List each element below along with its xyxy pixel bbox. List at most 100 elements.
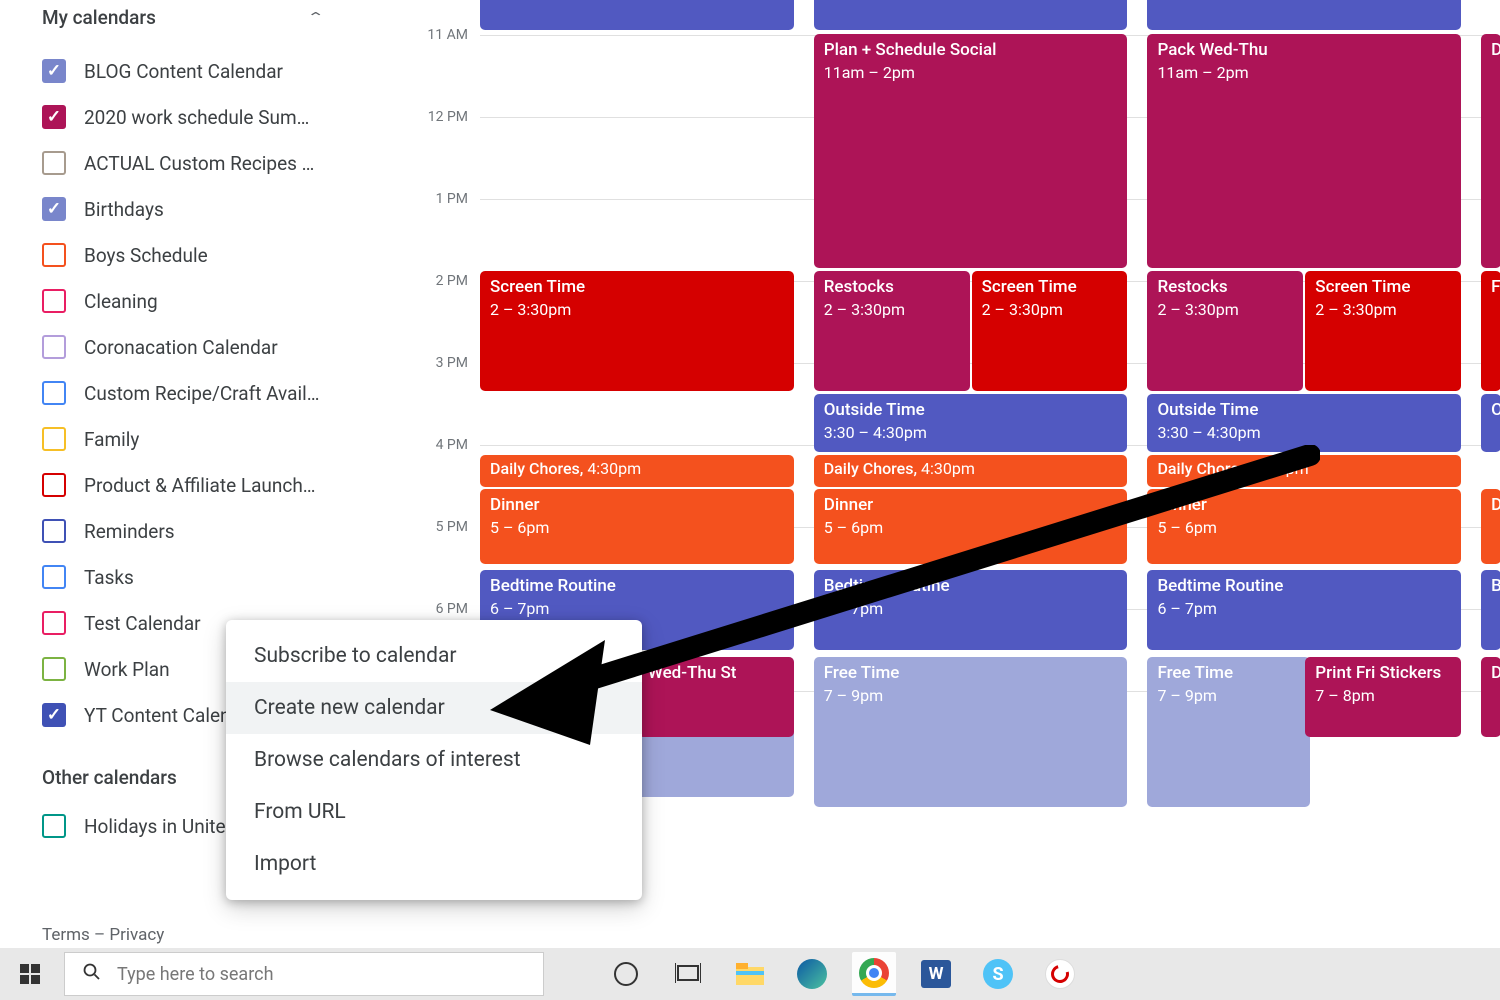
calendar-checkbox[interactable]: ✓ xyxy=(42,197,66,221)
task-view-icon[interactable] xyxy=(666,952,710,996)
calendar-event[interactable]: Daily Chores, 4:30pm xyxy=(814,455,1128,487)
edge-icon[interactable] xyxy=(790,952,834,996)
calendar-checkbox[interactable] xyxy=(42,519,66,543)
calendar-event[interactable]: Restocks2 – 3:30pm xyxy=(814,271,970,391)
word-icon[interactable]: W xyxy=(914,952,958,996)
menu-item[interactable]: Subscribe to calendar xyxy=(226,630,642,682)
calendar-event[interactable]: Wed-Thu St xyxy=(638,657,794,737)
calendar-event[interactable]: 10 – 11am xyxy=(1147,0,1461,30)
calendar-checkbox[interactable] xyxy=(42,289,66,313)
event-time: 7 – 9pm xyxy=(1157,685,1299,707)
calendar-item[interactable]: ✓2020 work schedule Sum… xyxy=(42,94,325,140)
calendar-event[interactable]: Bedtime Routine6 – 7pm xyxy=(814,570,1128,650)
event-time: 5 – 6pm xyxy=(1157,517,1451,539)
calendar-checkbox[interactable] xyxy=(42,243,66,267)
calendar-checkbox[interactable] xyxy=(42,657,66,681)
windows-icon xyxy=(20,964,40,984)
calendar-event[interactable]: D xyxy=(1481,489,1500,564)
calendar-event[interactable]: Plan + Schedule Social11am – 2pm xyxy=(814,34,1128,268)
calendar-event[interactable]: Free Time7 – 9pm xyxy=(814,657,1128,807)
calendar-checkbox[interactable]: ✓ xyxy=(42,59,66,83)
calendar-item[interactable]: Custom Recipe/Craft Avail… xyxy=(42,370,325,416)
calendar-event[interactable]: Free Time7 – 9pm xyxy=(1147,657,1309,807)
time-label: 11 AM xyxy=(427,27,468,43)
calendar-event[interactable]: Outside Time3:30 – 4:30pm xyxy=(1147,394,1461,452)
calendar-checkbox[interactable] xyxy=(42,335,66,359)
event-title: Outside Time xyxy=(824,399,1118,422)
event-title: Restocks xyxy=(1157,276,1293,299)
calendar-checkbox[interactable] xyxy=(42,381,66,405)
event-time: 6 – 7pm xyxy=(1157,598,1451,620)
calendar-item[interactable]: ACTUAL Custom Recipes … xyxy=(42,140,325,186)
calendar-item[interactable]: ✓BLOG Content Calendar xyxy=(42,48,325,94)
calendar-checkbox[interactable] xyxy=(42,427,66,451)
calendar-event[interactable]: Pack Wed-Thu11am – 2pm xyxy=(1147,34,1461,268)
taskbar-search[interactable]: Type here to search xyxy=(64,952,544,996)
file-explorer-icon[interactable] xyxy=(728,952,772,996)
calendar-event[interactable]: Restocks2 – 3:30pm xyxy=(1147,271,1303,391)
calendar-checkbox[interactable] xyxy=(42,151,66,175)
calendar-event[interactable]: Daily Chores, 4:30pm xyxy=(1147,455,1461,487)
time-label: 1 PM xyxy=(436,191,468,207)
calendar-item[interactable]: Boys Schedule xyxy=(42,232,325,278)
event-title: Dinner xyxy=(1157,494,1451,517)
event-time: 3:30 – 4:30pm xyxy=(824,422,1118,444)
event-time: 2 – 3:30pm xyxy=(824,299,960,321)
day-column[interactable]: 10 – 11am Plan + Schedule Social11am – 2p… xyxy=(814,0,1128,920)
time-label: 12 PM xyxy=(428,109,468,125)
calendar-event[interactable]: B xyxy=(1481,570,1500,650)
day-column[interactable]: DFODBD xyxy=(1481,0,1500,920)
calendar-item[interactable]: Cleaning xyxy=(42,278,325,324)
event-time: 5 – 6pm xyxy=(824,517,1118,539)
calendar-label: Product & Affiliate Launch… xyxy=(84,474,316,497)
calendar-checkbox[interactable] xyxy=(42,814,66,838)
calendar-event[interactable]: 10 – 11am xyxy=(480,0,794,30)
event-title: Daily Chores, xyxy=(490,459,583,478)
calendar-checkbox[interactable] xyxy=(42,473,66,497)
calendar-event[interactable]: Dinner5 – 6pm xyxy=(1147,489,1461,564)
chrome-icon[interactable] xyxy=(852,952,896,996)
calendar-label: Coronacation Calendar xyxy=(84,336,278,359)
calendar-item[interactable]: Tasks xyxy=(42,554,325,600)
calendar-event[interactable]: Daily Chores, 4:30pm xyxy=(480,455,794,487)
calendar-event[interactable]: D xyxy=(1481,34,1500,268)
calendar-label: Work Plan xyxy=(84,658,170,681)
calendar-checkbox[interactable] xyxy=(42,611,66,635)
calendar-item[interactable]: ✓Birthdays xyxy=(42,186,325,232)
app-icon[interactable]: S xyxy=(976,952,1020,996)
calendar-event[interactable]: Dinner5 – 6pm xyxy=(480,489,794,564)
calendar-event[interactable]: Screen Time2 – 3:30pm xyxy=(972,271,1128,391)
calendar-event[interactable]: Outside Time3:30 – 4:30pm xyxy=(814,394,1128,452)
calendar-item[interactable]: Reminders xyxy=(42,508,325,554)
calendar-event[interactable]: D xyxy=(1481,657,1500,737)
event-title: Wed-Thu St xyxy=(648,662,784,685)
calendar-event[interactable]: Bedtime Routine6 – 7pm xyxy=(1147,570,1461,650)
cortana-icon[interactable] xyxy=(604,952,648,996)
trend-icon[interactable] xyxy=(1038,952,1082,996)
calendar-checkbox[interactable]: ✓ xyxy=(42,105,66,129)
taskbar-icons: W S xyxy=(604,952,1082,996)
calendar-event[interactable]: F xyxy=(1481,271,1500,391)
event-title: Daily Chores, xyxy=(824,459,917,478)
my-calendars-header[interactable]: My calendars ⌃ xyxy=(42,0,325,48)
calendar-checkbox[interactable] xyxy=(42,565,66,589)
calendar-item[interactable]: Family xyxy=(42,416,325,462)
terms-privacy-link[interactable]: Terms – Privacy xyxy=(42,925,164,945)
menu-item[interactable]: Create new calendar xyxy=(226,682,642,734)
day-column[interactable]: 10 – 11am Pack Wed-Thu11am – 2pmRestocks2… xyxy=(1147,0,1461,920)
calendar-event[interactable]: 10 – 11am xyxy=(814,0,1128,30)
start-button[interactable] xyxy=(0,948,60,1000)
calendar-label: Holidays in United xyxy=(84,815,236,838)
calendar-event[interactable]: Dinner5 – 6pm xyxy=(814,489,1128,564)
calendar-event[interactable]: Screen Time2 – 3:30pm xyxy=(480,271,794,391)
calendar-item[interactable]: Product & Affiliate Launch… xyxy=(42,462,325,508)
calendar-event[interactable]: Screen Time2 – 3:30pm xyxy=(1305,271,1461,391)
menu-item[interactable]: Import xyxy=(226,838,642,890)
calendar-checkbox[interactable]: ✓ xyxy=(42,703,66,727)
menu-item[interactable]: From URL xyxy=(226,786,642,838)
event-title: Dinner xyxy=(490,494,784,517)
calendar-item[interactable]: Coronacation Calendar xyxy=(42,324,325,370)
menu-item[interactable]: Browse calendars of interest xyxy=(226,734,642,786)
calendar-event[interactable]: O xyxy=(1481,394,1500,452)
calendar-event[interactable]: Print Fri Stickers7 – 8pm xyxy=(1305,657,1461,737)
